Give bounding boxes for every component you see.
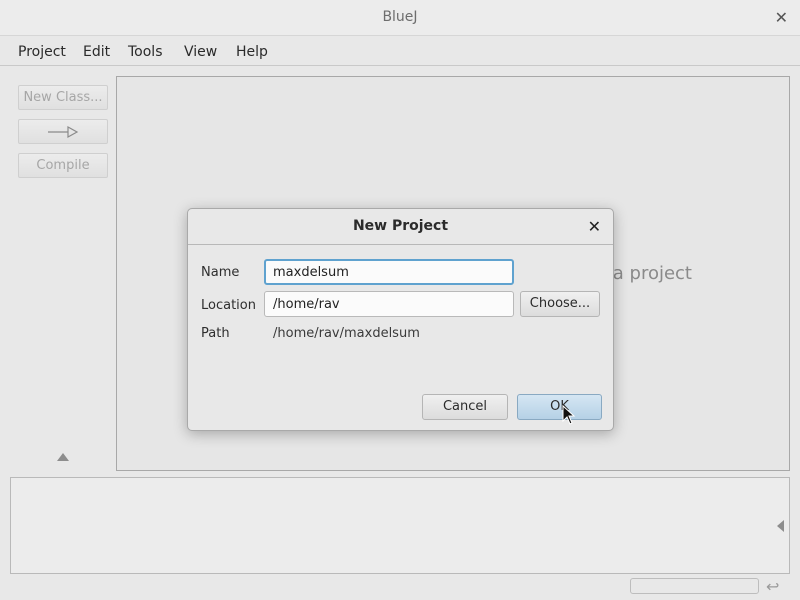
- inheritance-arrow-button[interactable]: [18, 119, 108, 144]
- window-title: BlueJ: [382, 9, 418, 25]
- choose-button[interactable]: Choose...: [520, 291, 600, 317]
- ok-button[interactable]: OK: [517, 394, 602, 420]
- dialog-header: New Project ✕: [188, 209, 613, 245]
- menu-help[interactable]: Help: [236, 44, 268, 60]
- close-icon[interactable]: ✕: [775, 8, 788, 27]
- output-area[interactable]: [10, 477, 790, 574]
- return-icon: ↩: [766, 577, 780, 596]
- menu-edit[interactable]: Edit: [83, 44, 110, 60]
- canvas-hint: a project: [612, 263, 692, 284]
- location-input[interactable]: [264, 291, 514, 317]
- name-label: Name: [201, 265, 240, 280]
- path-label: Path: [201, 326, 230, 341]
- location-label: Location: [201, 298, 256, 313]
- new-project-dialog: New Project ✕ Name Location Choose... Pa…: [187, 208, 614, 431]
- menu-bar: Project Edit Tools View Help: [0, 36, 800, 66]
- left-toolbar: New Class... Compile: [0, 67, 116, 470]
- menu-project[interactable]: Project: [18, 44, 66, 60]
- path-value: /home/rav/maxdelsum: [273, 326, 420, 341]
- window-titlebar: BlueJ ✕: [0, 0, 800, 36]
- name-input[interactable]: [264, 259, 514, 285]
- dialog-title: New Project: [352, 218, 449, 234]
- cancel-button[interactable]: Cancel: [422, 394, 508, 420]
- mouse-cursor-icon: [562, 405, 576, 425]
- new-class-button[interactable]: New Class...: [18, 85, 108, 110]
- inheritance-arrow-icon: [48, 125, 79, 139]
- compile-button[interactable]: Compile: [18, 153, 108, 178]
- close-icon[interactable]: ✕: [588, 217, 601, 236]
- triangle-left-icon[interactable]: [777, 520, 784, 532]
- menu-view[interactable]: View: [184, 44, 217, 60]
- status-progress: [630, 578, 759, 594]
- triangle-up-icon[interactable]: [57, 453, 69, 461]
- menu-tools[interactable]: Tools: [128, 44, 163, 60]
